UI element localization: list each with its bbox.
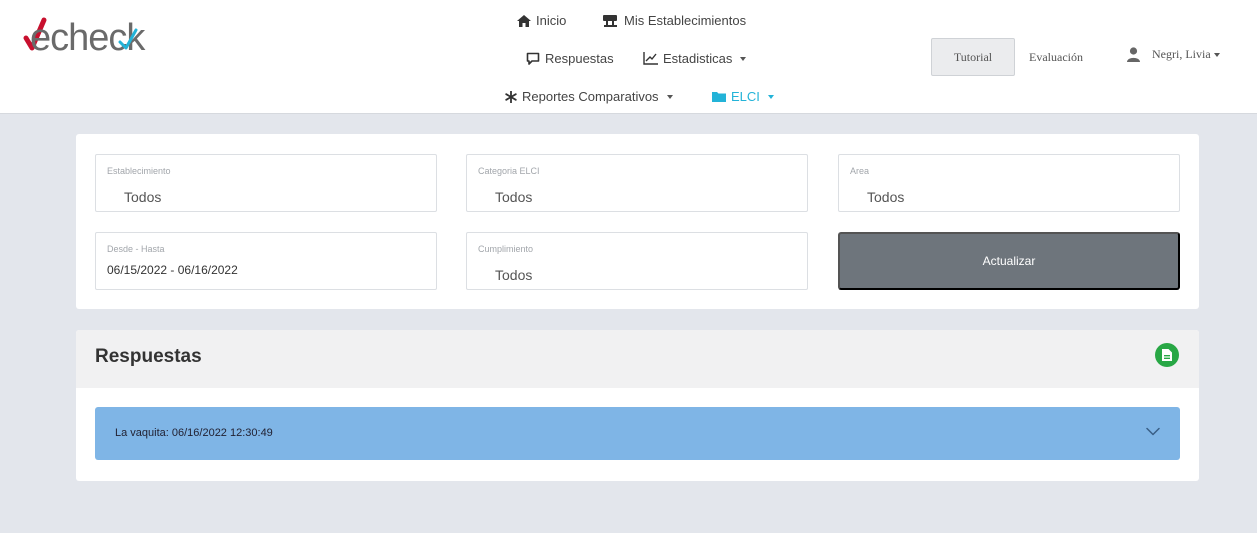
nav-item-label: ELCI: [731, 89, 760, 104]
nav-item-label: Inicio: [536, 13, 567, 28]
area-select[interactable]: Area Todos: [838, 154, 1180, 212]
field-label: Desde - Hasta: [107, 244, 165, 254]
nav-item-label: Mis Establecimientos: [624, 13, 747, 28]
tutorial-button[interactable]: Tutorial: [931, 38, 1015, 76]
results-header: Respuestas: [76, 330, 1199, 388]
field-value: Todos: [867, 189, 905, 205]
field-value: Todos: [495, 267, 533, 283]
field-label: Establecimiento: [107, 166, 171, 176]
user-icon: [1127, 47, 1140, 62]
establecimiento-select[interactable]: Establecimiento Todos: [95, 154, 437, 212]
chevron-down-icon: [767, 94, 774, 99]
field-label: Cumplimiento: [478, 244, 534, 254]
chart-icon: [643, 52, 658, 65]
date-range-input[interactable]: Desde - Hasta 06/15/2022 - 06/16/2022: [95, 232, 437, 290]
user-name: Negri, Livia: [1152, 47, 1211, 61]
nav-item-respuestas[interactable]: Respuestas: [526, 51, 614, 66]
nav-item-label: Estadisticas: [663, 51, 733, 66]
folder-icon: [712, 92, 726, 102]
field-value: Todos: [124, 189, 162, 205]
asterisk-icon: [505, 90, 517, 103]
results-panel: Respuestas La vaquita: 06/16/2022 12:30:…: [76, 330, 1199, 481]
field-value: Todos: [495, 189, 533, 205]
results-title: Respuestas: [95, 346, 202, 367]
chevron-down-icon[interactable]: [1146, 427, 1160, 436]
user-menu[interactable]: Negri, Livia: [1127, 47, 1220, 62]
evaluacion-link[interactable]: Evaluación: [1029, 50, 1083, 65]
nav-item-reportes-comparativos[interactable]: Reportes Comparativos: [505, 89, 673, 104]
actualizar-button[interactable]: Actualizar: [838, 232, 1180, 290]
comment-icon: [526, 52, 540, 65]
nav-item-label: Respuestas: [545, 51, 614, 66]
field-value: 06/15/2022 - 06/16/2022: [107, 263, 238, 277]
nav-item-mis-establecimientos[interactable]: Mis Establecimientos: [603, 13, 746, 28]
top-navbar: echeck Inicio Mis Establecimientos Respu: [0, 0, 1257, 114]
chevron-down-icon: [740, 56, 747, 61]
file-icon: [1162, 349, 1172, 361]
field-label: Area: [850, 166, 870, 176]
nav-item-elci[interactable]: ELCI: [712, 89, 774, 104]
nav-item-label: Reportes Comparativos: [522, 89, 659, 104]
chevron-down-icon: [1213, 52, 1220, 57]
chevron-down-icon: [666, 94, 673, 99]
field-label: Categoria ELCI: [478, 166, 540, 176]
export-button[interactable]: [1155, 343, 1179, 367]
categoria-elci-select[interactable]: Categoria ELCI Todos: [466, 154, 808, 212]
response-row[interactable]: La vaquita: 06/16/2022 12:30:49: [95, 407, 1180, 460]
nav-item-inicio[interactable]: Inicio: [517, 13, 566, 28]
nav-item-estadisticas[interactable]: Estadisticas: [643, 51, 747, 66]
store-icon: [603, 15, 617, 27]
home-icon: [517, 14, 531, 27]
cumplimiento-select[interactable]: Cumplimiento Todos: [466, 232, 808, 290]
response-row-label: La vaquita: 06/16/2022 12:30:49: [115, 427, 273, 439]
filter-panel: Establecimiento Todos Categoria ELCI Tod…: [76, 134, 1199, 309]
